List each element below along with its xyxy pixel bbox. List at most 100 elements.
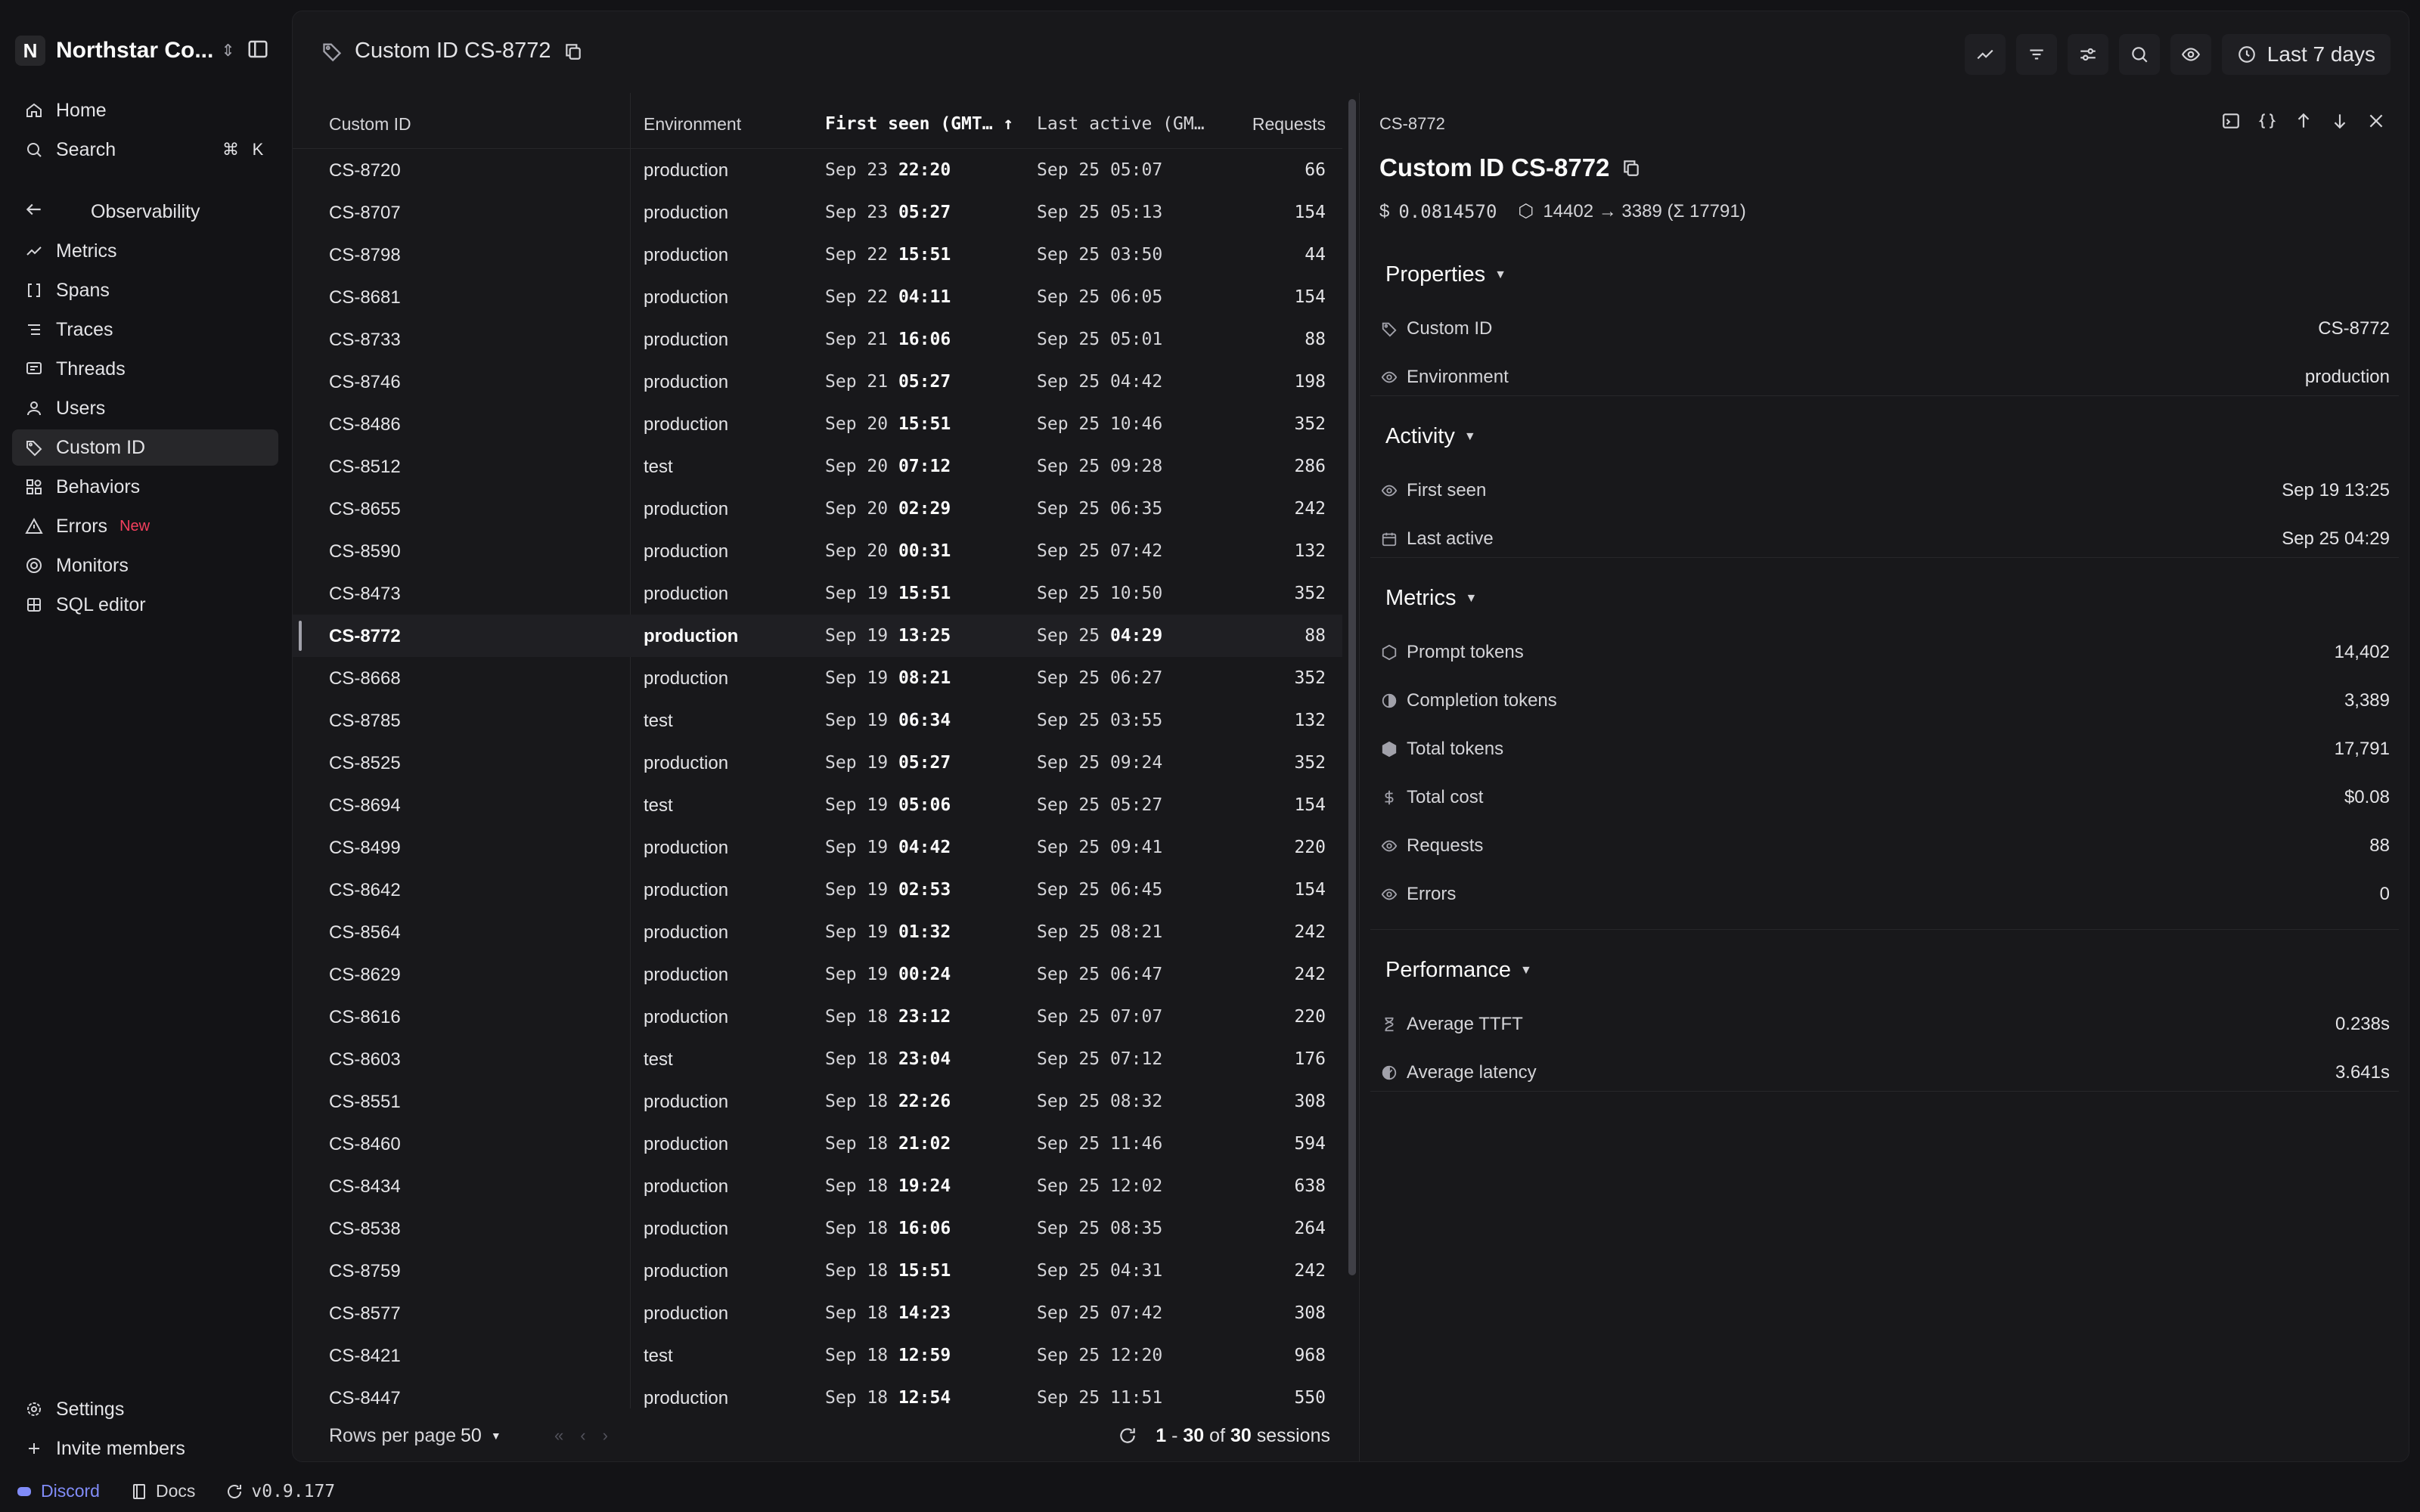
prop-value: 0.238s — [2335, 1014, 2390, 1034]
cell-environment: production — [644, 1007, 729, 1027]
braces-icon[interactable] — [2257, 111, 2277, 131]
table-row[interactable]: CS-8629 production Sep 19 00:24 Sep 25 06:4… — [293, 953, 1342, 996]
sidebar-item-metrics[interactable]: Metrics — [12, 233, 278, 269]
col-environment[interactable]: Environment — [644, 114, 741, 135]
table-row[interactable]: CS-8759 production Sep 18 15:51 Sep 25 04:3… — [293, 1250, 1342, 1292]
table-row[interactable]: CS-8668 production Sep 19 08:21 Sep 25 06:2… — [293, 657, 1342, 699]
table-row[interactable]: CS-8642 production Sep 19 02:53 Sep 25 06:4… — [293, 869, 1342, 911]
caret-down-icon: ▼ — [490, 1430, 501, 1442]
table-row[interactable]: CS-8707 production Sep 23 05:27 Sep 25 05:1… — [293, 191, 1342, 234]
table-row[interactable]: CS-8486 production Sep 20 15:51 Sep 25 10:4… — [293, 403, 1342, 445]
sidebar-toggle-button[interactable] — [247, 38, 272, 64]
section-performance[interactable]: Performance ▼ — [1385, 958, 1532, 983]
table-row[interactable]: CS-8499 production Sep 19 04:42 Sep 25 09:4… — [293, 826, 1342, 869]
prop-custom-id: Custom ID CS-8772 — [1379, 308, 2390, 350]
nav-home[interactable]: Home — [12, 92, 278, 129]
table-row[interactable]: CS-8434 production Sep 18 19:24 Sep 25 12:0… — [293, 1165, 1342, 1207]
section-activity[interactable]: Activity ▼ — [1385, 424, 1476, 449]
sidebar-item-custom-id[interactable]: Custom ID — [12, 429, 278, 466]
table-row[interactable]: CS-8681 production Sep 22 04:11 Sep 25 06:0… — [293, 276, 1342, 318]
cell-last-active-date: Sep 25 — [1037, 1134, 1100, 1154]
close-icon[interactable] — [2366, 111, 2386, 131]
table-row[interactable]: CS-8720 production Sep 23 22:20 Sep 25 05:0… — [293, 149, 1342, 191]
sidebar-item-sql-editor[interactable]: SQL editor — [12, 587, 278, 623]
search-button[interactable] — [2118, 34, 2160, 75]
cell-requests: 154 — [1294, 880, 1326, 900]
cell-environment: production — [644, 1388, 729, 1408]
table-row[interactable]: CS-8733 production Sep 21 16:06 Sep 25 05:0… — [293, 318, 1342, 361]
cell-first-seen: Sep 18 16:06 — [825, 1219, 951, 1238]
sidebar-item-users[interactable]: Users — [12, 390, 278, 426]
table-row[interactable]: CS-8460 production Sep 18 21:02 Sep 25 11:4… — [293, 1123, 1342, 1165]
prop-value: Sep 19 13:25 — [2282, 480, 2390, 500]
copy-icon[interactable] — [1621, 158, 1641, 178]
sidebar-item-behaviors[interactable]: Behaviors — [12, 469, 278, 505]
section-metrics[interactable]: Metrics ▼ — [1385, 586, 1477, 611]
table-row[interactable]: CS-8538 production Sep 18 16:06 Sep 25 08:3… — [293, 1207, 1342, 1250]
section-observability[interactable]: Observability — [12, 194, 278, 230]
table-row[interactable]: CS-8785 test Sep 19 06:34 Sep 25 03:55 132 — [293, 699, 1342, 742]
org-switcher[interactable]: N Northstar Co... ⇕ — [15, 33, 272, 68]
nav-settings[interactable]: Settings — [12, 1391, 278, 1427]
prop-value: CS-8772 — [2318, 318, 2390, 339]
cost-meta-value: 0.0814570 — [1398, 200, 1497, 222]
settings-sliders-button[interactable] — [2067, 34, 2108, 75]
table-row[interactable]: CS-8421 test Sep 18 12:59 Sep 25 12:20 968 — [293, 1334, 1342, 1377]
cell-first-seen-time: 16:06 — [898, 330, 951, 349]
visibility-button[interactable] — [2170, 34, 2211, 75]
table-row[interactable]: CS-8798 production Sep 22 15:51 Sep 25 03:5… — [293, 234, 1342, 276]
arrow-down-icon[interactable] — [2330, 111, 2350, 131]
prop-total-cost: Total cost $0.08 — [1379, 776, 2390, 819]
cell-last-active-time: 06:35 — [1109, 499, 1163, 519]
section-properties[interactable]: Properties ▼ — [1385, 262, 1506, 287]
col-requests[interactable]: Requests — [1252, 114, 1326, 135]
sidebar-item-monitors[interactable]: Monitors — [12, 547, 278, 584]
table-row[interactable]: CS-8655 production Sep 20 02:29 Sep 25 06:3… — [293, 488, 1342, 530]
refresh-button[interactable] — [1112, 1421, 1143, 1451]
nav-search[interactable]: Search ⌘ K — [12, 132, 278, 168]
chart-toggle-button[interactable] — [1964, 34, 2006, 75]
sidebar-item-spans[interactable]: Spans — [12, 272, 278, 308]
table-row[interactable]: CS-8746 production Sep 21 05:27 Sep 25 04:4… — [293, 361, 1342, 403]
search-icon — [2132, 47, 2148, 63]
cell-last-active: Sep 25 03:50 — [1037, 245, 1162, 265]
vertical-scrollbar[interactable] — [1348, 99, 1356, 1275]
cell-last-active: Sep 25 10:46 — [1037, 414, 1162, 434]
cell-first-seen: Sep 20 07:12 — [825, 457, 951, 476]
table-row[interactable]: CS-8551 production Sep 18 22:26 Sep 25 08:3… — [293, 1080, 1342, 1123]
table-row[interactable]: CS-8590 production Sep 20 00:31 Sep 25 07:4… — [293, 530, 1342, 572]
table-row[interactable]: CS-8564 production Sep 19 01:32 Sep 25 08:2… — [293, 911, 1342, 953]
col-last-active[interactable]: Last active (GM… — [1037, 114, 1205, 134]
first-page-icon[interactable]: « — [554, 1426, 563, 1445]
prev-page-icon[interactable]: ‹ — [580, 1426, 585, 1445]
table-row[interactable]: CS-8603 test Sep 18 23:04 Sep 25 07:12 176 — [293, 1038, 1342, 1080]
col-custom-id[interactable]: Custom ID — [329, 114, 411, 135]
sidebar-item-threads[interactable]: Threads — [12, 351, 278, 387]
cell-first-seen: Sep 19 05:06 — [825, 795, 951, 815]
table-row[interactable]: CS-8616 production Sep 18 23:12 Sep 25 07:0… — [293, 996, 1342, 1038]
version-info[interactable]: v0.9.177 — [225, 1482, 335, 1501]
table-row[interactable]: CS-8473 production Sep 19 15:51 Sep 25 10:5… — [293, 572, 1342, 615]
rows-per-page-select[interactable]: 50 ▼ — [461, 1425, 501, 1447]
time-range-button[interactable]: Last 7 days — [2221, 34, 2391, 75]
cell-environment: production — [644, 626, 739, 646]
docs-link[interactable]: Docs — [130, 1481, 195, 1501]
table-row[interactable]: CS-8525 production Sep 19 05:27 Sep 25 09:2… — [293, 742, 1342, 784]
sidebar-item-traces[interactable]: Traces — [12, 311, 278, 348]
table-row[interactable]: CS-8694 test Sep 19 05:06 Sep 25 05:27 154 — [293, 784, 1342, 826]
filter-button[interactable] — [2015, 34, 2057, 75]
nav-invite-members[interactable]: Invite members — [12, 1430, 278, 1467]
discord-link[interactable]: Discord — [15, 1481, 100, 1501]
cell-first-seen-time: 05:27 — [898, 203, 951, 222]
table-row[interactable]: CS-8772 production Sep 19 13:25 Sep 25 04:2… — [293, 615, 1342, 657]
terminal-icon[interactable] — [2221, 111, 2241, 131]
sidebar-item-errors[interactable]: Errors New — [12, 508, 278, 544]
arrow-up-icon[interactable] — [2294, 111, 2313, 131]
copy-icon[interactable] — [563, 42, 583, 61]
table-row[interactable]: CS-8577 production Sep 18 14:23 Sep 25 07:4… — [293, 1292, 1342, 1334]
cell-last-active-date: Sep 25 — [1037, 838, 1100, 857]
next-page-icon[interactable]: › — [603, 1426, 608, 1445]
table-row[interactable]: CS-8512 test Sep 20 07:12 Sep 25 09:28 286 — [293, 445, 1342, 488]
col-first-seen[interactable]: First seen (GMT… ↑ — [825, 114, 1013, 134]
cell-requests: 220 — [1294, 838, 1326, 857]
